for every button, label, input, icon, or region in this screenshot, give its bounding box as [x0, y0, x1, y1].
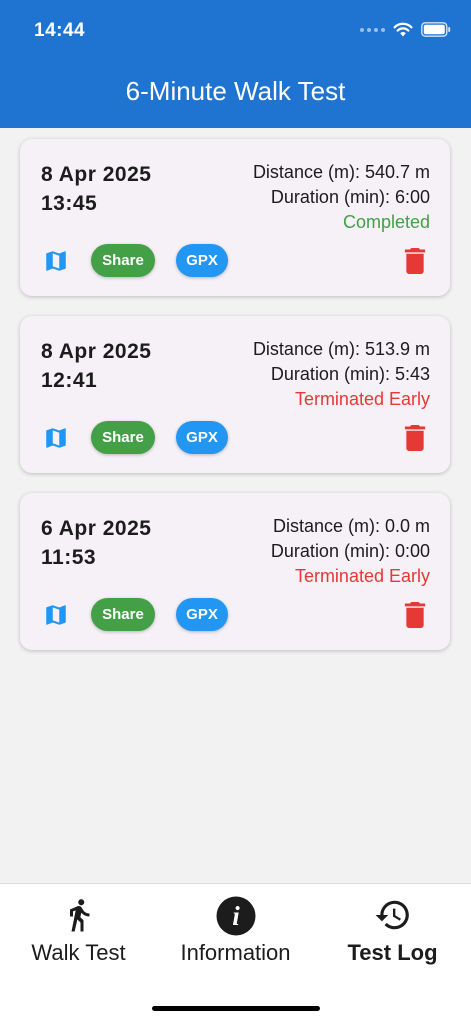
status-icons — [360, 22, 451, 37]
map-icon[interactable] — [43, 602, 69, 628]
share-button[interactable]: Share — [91, 421, 155, 454]
nav-label: Test Log — [347, 940, 438, 965]
test-card: 6 Apr 2025 11:53 Distance (m): 0.0 m Dur… — [20, 493, 450, 650]
delete-icon[interactable] — [404, 425, 426, 451]
test-stats: Distance (m): 540.7 m Duration (min): 6:… — [253, 160, 430, 235]
test-card: 8 Apr 2025 13:45 Distance (m): 540.7 m D… — [20, 139, 450, 296]
nav-walk-test[interactable]: Walk Test — [0, 884, 157, 984]
test-datetime: 6 Apr 2025 11:53 — [41, 514, 151, 572]
duration-text: Duration (min): 0:00 — [270, 541, 430, 561]
gpx-button[interactable]: GPX — [176, 244, 228, 277]
distance-text: Distance (m): 540.7 m — [252, 162, 430, 182]
map-icon[interactable] — [43, 425, 69, 451]
nav-label: Walk Test — [31, 940, 126, 965]
gpx-button[interactable]: GPX — [176, 421, 228, 454]
test-time: 12:41 — [41, 369, 98, 392]
distance-text: Distance (m): 513.9 m — [252, 339, 430, 359]
nav-label: Information — [180, 940, 291, 965]
test-stats: Distance (m): 0.0 m Duration (min): 0:00… — [271, 514, 430, 589]
walking-person-icon — [69, 899, 89, 932]
test-time: 13:45 — [41, 192, 98, 215]
test-datetime: 8 Apr 2025 13:45 — [41, 160, 151, 218]
wifi-icon — [393, 22, 413, 37]
test-datetime: 8 Apr 2025 12:41 — [41, 337, 151, 395]
gpx-button[interactable]: GPX — [176, 598, 228, 631]
test-card: 8 Apr 2025 12:41 Distance (m): 513.9 m D… — [20, 316, 450, 473]
app-header: 14:44 6-Minute Walk Test — [0, 0, 471, 128]
test-date: 8 Apr 2025 — [41, 163, 152, 186]
nav-information[interactable]: i Information — [157, 884, 314, 984]
home-indicator — [152, 1006, 320, 1011]
map-icon[interactable] — [43, 248, 69, 274]
nav-test-log[interactable]: Test Log — [314, 884, 471, 984]
status-text: Terminated Early — [294, 566, 430, 586]
delete-icon[interactable] — [404, 602, 426, 628]
info-icon: i — [216, 896, 255, 936]
test-date: 6 Apr 2025 — [41, 517, 152, 540]
distance-text: Distance (m): 0.0 m — [272, 516, 430, 536]
svg-text:i: i — [232, 901, 240, 931]
bottom-nav: Walk Test i Information Test Log — [0, 883, 471, 1024]
status-text: Terminated Early — [294, 389, 430, 409]
duration-text: Duration (min): 6:00 — [270, 187, 430, 207]
share-button[interactable]: Share — [91, 598, 155, 631]
status-time: 14:44 — [34, 20, 86, 41]
duration-text: Duration (min): 5:43 — [270, 364, 430, 384]
share-button[interactable]: Share — [91, 244, 155, 277]
history-icon — [375, 900, 409, 930]
page-title: 6-Minute Walk Test — [125, 76, 346, 106]
test-stats: Distance (m): 513.9 m Duration (min): 5:… — [253, 337, 430, 412]
test-time: 11:53 — [41, 546, 97, 569]
status-text: Completed — [342, 212, 430, 232]
test-date: 8 Apr 2025 — [41, 340, 152, 363]
delete-icon[interactable] — [404, 248, 426, 274]
battery-icon — [421, 22, 451, 37]
signal-icon — [360, 27, 385, 32]
